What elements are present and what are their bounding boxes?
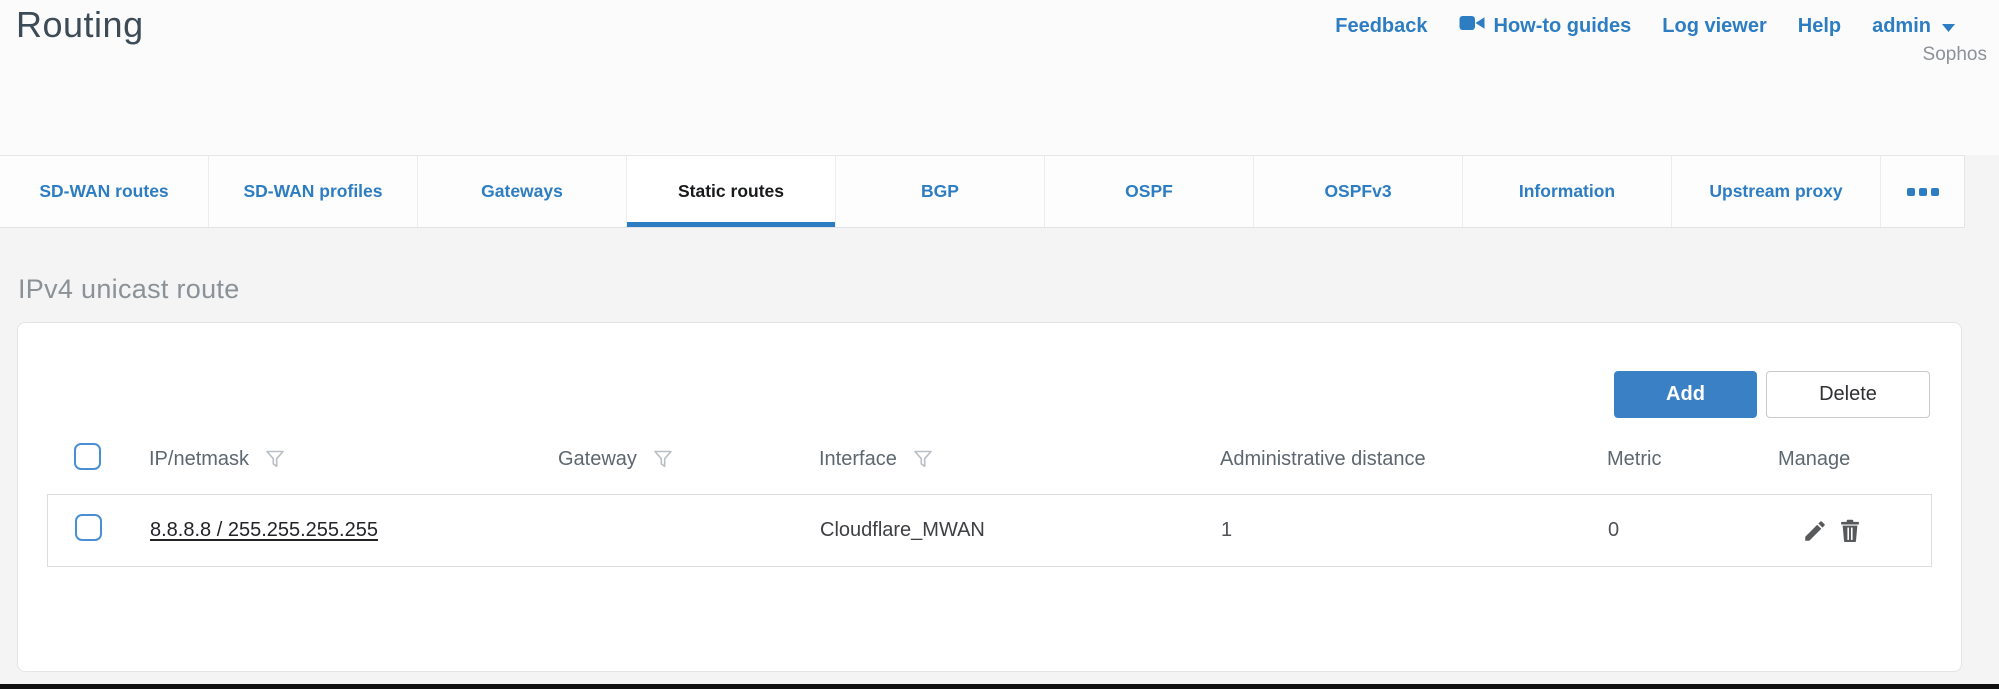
table-header: IP/netmask Gateway Interface <box>47 435 1932 483</box>
delete-trash-icon[interactable] <box>1837 518 1863 544</box>
filter-funnel-icon[interactable] <box>652 448 674 470</box>
route-link[interactable]: 8.8.8.8 / 255.255.255.255 <box>150 519 378 541</box>
tab-ospf[interactable]: OSPF <box>1044 156 1253 227</box>
tab-overflow-ellipsis-icon[interactable] <box>1880 156 1964 227</box>
page-header: Routing Feedback How-to guides Log viewe… <box>0 0 1999 155</box>
filter-funnel-icon[interactable] <box>264 448 286 470</box>
feedback-link[interactable]: Feedback <box>1335 15 1427 38</box>
section-heading: IPv4 unicast route <box>18 274 240 305</box>
filter-funnel-icon[interactable] <box>912 448 934 470</box>
tab-bar-row: SD-WAN routes SD-WAN profiles Gateways S… <box>0 155 1999 228</box>
cell-admin-distance: 1 <box>1221 519 1608 542</box>
card-toolbar: Add Delete <box>1614 371 1930 418</box>
tab-sdwan-routes[interactable]: SD-WAN routes <box>0 156 208 227</box>
col-ip-netmask: IP/netmask <box>149 448 249 471</box>
tab-ospfv3[interactable]: OSPFv3 <box>1253 156 1462 227</box>
add-button[interactable]: Add <box>1614 371 1757 418</box>
tab-sdwan-profiles[interactable]: SD-WAN profiles <box>208 156 417 227</box>
routes-card: Add Delete IP/netmask Gateway <box>17 322 1962 672</box>
col-gateway: Gateway <box>558 448 637 471</box>
user-menu[interactable]: admin <box>1872 15 1955 38</box>
howto-guides-link[interactable]: How-to guides <box>1459 14 1632 38</box>
content-area: IPv4 unicast route Add Delete IP/netmask… <box>0 228 1999 689</box>
help-link[interactable]: Help <box>1798 15 1841 38</box>
select-all-checkbox[interactable] <box>74 443 101 470</box>
page-title: Routing <box>16 4 144 46</box>
video-camera-icon <box>1459 14 1485 38</box>
routing-page: Routing Feedback How-to guides Log viewe… <box>0 0 1999 689</box>
table-row: 8.8.8.8 / 255.255.255.255 Cloudflare_MWA… <box>47 494 1932 567</box>
col-manage: Manage <box>1778 448 1850 471</box>
log-viewer-link[interactable]: Log viewer <box>1662 15 1766 38</box>
col-interface: Interface <box>819 448 897 471</box>
tab-upstream-proxy[interactable]: Upstream proxy <box>1671 156 1880 227</box>
header-links: Feedback How-to guides Log viewer Help a… <box>1335 14 1955 38</box>
tab-bar: SD-WAN routes SD-WAN profiles Gateways S… <box>0 155 1965 228</box>
col-admin-distance: Administrative distance <box>1220 448 1426 471</box>
cell-interface: Cloudflare_MWAN <box>820 519 1221 542</box>
tab-information[interactable]: Information <box>1462 156 1671 227</box>
window-bottom-edge <box>0 684 1999 689</box>
row-checkbox[interactable] <box>75 514 102 541</box>
col-metric: Metric <box>1607 448 1661 471</box>
tab-gateways[interactable]: Gateways <box>417 156 626 227</box>
caret-down-icon <box>1942 15 1955 38</box>
tab-bgp[interactable]: BGP <box>835 156 1044 227</box>
tab-static-routes[interactable]: Static routes <box>626 156 835 227</box>
cell-metric: 0 <box>1608 519 1779 542</box>
delete-button[interactable]: Delete <box>1766 371 1930 418</box>
edit-pencil-icon[interactable] <box>1802 518 1828 544</box>
cell-manage <box>1779 518 1931 544</box>
brand-label: Sophos <box>1923 44 1987 66</box>
